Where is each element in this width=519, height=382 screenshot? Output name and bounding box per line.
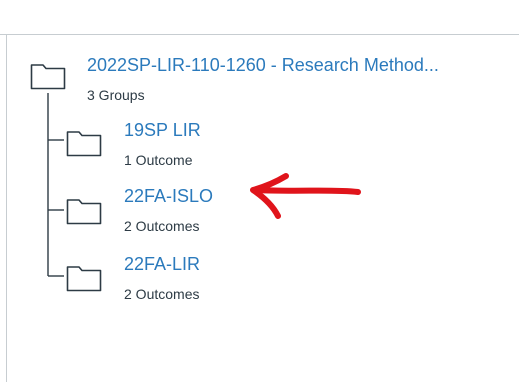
- group-outcome-count: 2 Outcomes: [124, 286, 200, 302]
- folder-icon: [66, 266, 102, 292]
- root-group-link[interactable]: 2022SP-LIR-110-1260 - Research Method...: [87, 55, 439, 76]
- group-link-19sp-lir[interactable]: 19SP LIR: [124, 120, 201, 141]
- group-link-22fa-lir[interactable]: 22FA-LIR: [124, 254, 200, 275]
- folder-icon: [66, 131, 102, 157]
- group-outcome-count: 2 Outcomes: [124, 218, 200, 234]
- top-bar: [0, 0, 519, 35]
- red-arrow-annotation: [250, 173, 361, 219]
- folder-icon: [30, 64, 66, 90]
- group-outcome-count: 1 Outcome: [124, 152, 193, 168]
- group-link-22fa-islo[interactable]: 22FA-ISLO: [124, 186, 213, 207]
- outcome-groups-window: 2022SP-LIR-110-1260 - Research Method...…: [0, 0, 519, 382]
- folder-icon: [66, 199, 102, 225]
- root-group-count: 3 Groups: [87, 87, 145, 103]
